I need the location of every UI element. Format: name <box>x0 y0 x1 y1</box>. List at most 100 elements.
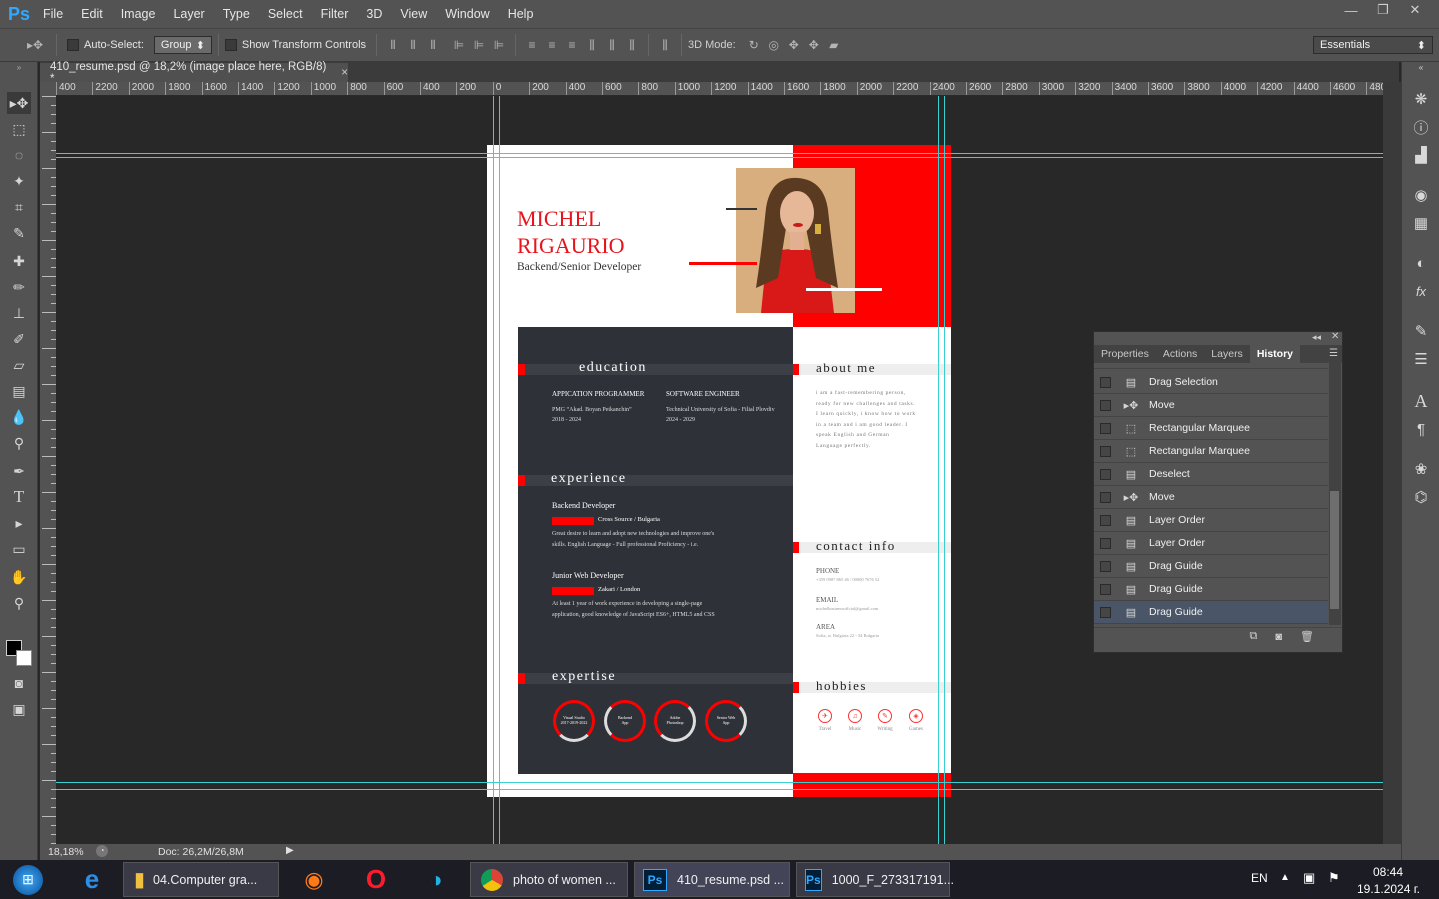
zoom-level[interactable]: 18,18% <box>48 846 84 858</box>
info-panel-icon[interactable]: ⓘ <box>1410 116 1432 138</box>
menu-image[interactable]: Image <box>112 0 165 28</box>
internet-explorer-icon[interactable]: e <box>70 862 114 897</box>
new-document-from-state-icon[interactable]: ⧉ <box>1250 630 1258 643</box>
clone-stamp-tool-icon[interactable]: ⊥ <box>7 302 31 324</box>
auto-align-icon[interactable]: ⫼ <box>655 35 675 55</box>
swatches-panel-icon[interactable]: ▦ <box>1410 212 1432 234</box>
taskbar-explorer[interactable]: ▮ 04.Computer gra... <box>123 862 279 897</box>
eyedropper-tool-icon[interactable]: ✎ <box>7 222 31 244</box>
crop-tool-icon[interactable]: ⌗ <box>7 196 31 218</box>
brush-panel-icon[interactable]: ✎ <box>1410 320 1432 342</box>
brush-presets-icon[interactable]: ☰ <box>1410 348 1432 370</box>
history-snapshot-checkbox[interactable] <box>1100 491 1111 503</box>
tab-history[interactable]: History <box>1249 345 1300 363</box>
guide-vertical[interactable] <box>493 96 494 844</box>
3d-rotate-icon[interactable]: ↻ <box>744 35 764 55</box>
guide-horizontal[interactable] <box>56 153 1383 154</box>
menu-type[interactable]: Type <box>214 0 259 28</box>
history-state-item[interactable]: ▤ Drag Guide <box>1094 578 1328 601</box>
distribute-top-icon[interactable]: ≡ <box>522 35 542 55</box>
align-top-icon[interactable]: ⫴ <box>383 35 403 55</box>
collapse-panel-icon[interactable]: ◂◂ <box>1312 332 1321 343</box>
distribute-hcenter-icon[interactable]: ⫼ <box>602 35 622 55</box>
collapse-icon[interactable]: » <box>7 62 31 72</box>
taskbar-chrome[interactable]: photo of women ... <box>470 862 628 897</box>
styles-panel-icon[interactable]: fx <box>1410 280 1432 302</box>
screen-mode-icon[interactable]: ▣ <box>7 698 31 720</box>
history-state-item[interactable]: ▤ Layer Order <box>1094 532 1328 555</box>
menu-help[interactable]: Help <box>499 0 543 28</box>
history-snapshot-checkbox[interactable] <box>1100 422 1111 434</box>
blur-tool-icon[interactable]: 💧 <box>7 406 31 428</box>
history-state-item[interactable]: ▤ Drag Selection <box>1094 371 1328 394</box>
3d-roll-icon[interactable]: ◎ <box>764 35 784 55</box>
menu-window[interactable]: Window <box>436 0 498 28</box>
move-tool-preset-icon[interactable]: ▸✥ <box>20 35 50 55</box>
restore-icon[interactable]: ❐ <box>1367 0 1399 20</box>
clock-date[interactable]: 19.1.2024 г. <box>1357 882 1420 896</box>
eraser-tool-icon[interactable]: ▱ <box>7 354 31 376</box>
align-right-icon[interactable]: ⊫ <box>489 35 509 55</box>
background-color-swatch[interactable] <box>16 650 32 666</box>
distribute-bottom-icon[interactable]: ≡ <box>562 35 582 55</box>
minimize-icon[interactable]: — <box>1335 0 1367 20</box>
magic-wand-tool-icon[interactable]: ✦ <box>7 170 31 192</box>
guide-horizontal[interactable] <box>56 782 1383 783</box>
marquee-tool-icon[interactable]: ⬚ <box>7 118 31 140</box>
history-state-item[interactable]: ▸✥ Move <box>1094 486 1328 509</box>
history-snapshot-checkbox[interactable] <box>1100 514 1111 526</box>
hand-tool-icon[interactable]: ✋ <box>7 566 31 588</box>
pen-tool-icon[interactable]: ✒ <box>7 460 31 482</box>
guide-vertical[interactable] <box>944 96 945 844</box>
type-tool-icon[interactable]: T <box>7 486 31 508</box>
show-transform-checkbox[interactable] <box>224 39 237 51</box>
edge-icon[interactable]: ◑ <box>414 862 458 897</box>
close-icon[interactable]: ✕ <box>1399 0 1431 20</box>
history-state-item[interactable]: ⬚ Rectangular Marquee <box>1094 440 1328 463</box>
3d-slide-icon[interactable]: ✥ <box>804 35 824 55</box>
tray-arrow-icon[interactable]: ▲ <box>1280 872 1290 883</box>
3d-pan-icon[interactable]: ✥ <box>784 35 804 55</box>
auto-select-checkbox[interactable] <box>67 39 79 51</box>
menu-edit[interactable]: Edit <box>72 0 112 28</box>
guide-vertical[interactable] <box>938 96 939 844</box>
ruler-origin[interactable] <box>40 82 56 96</box>
start-button[interactable]: ⊞ <box>6 862 50 897</box>
history-snapshot-checkbox[interactable] <box>1100 537 1111 549</box>
align-vcenter-icon[interactable]: ⫴ <box>403 35 423 55</box>
rectangle-tool-icon[interactable]: ▭ <box>7 538 31 560</box>
document-tab[interactable]: 410_resume.psd @ 18,2% (image place here… <box>40 61 348 85</box>
align-bottom-icon[interactable]: ⫴ <box>423 35 443 55</box>
workspace-select[interactable]: Essentials ⬍ <box>1313 36 1433 54</box>
zoom-tool-icon[interactable]: ⚲ <box>7 592 31 614</box>
horizontal-ruler[interactable]: 400 2200 2000 1800 1600 1400 1200 1000 800 600 400… <box>56 82 1383 96</box>
menu-3d[interactable]: 3D <box>357 0 391 28</box>
histogram-panel-icon[interactable]: ▟ <box>1410 144 1432 166</box>
auto-select-option[interactable]: Auto-Select: <box>67 39 144 51</box>
channels-panel-icon[interactable]: ❀ <box>1410 458 1432 480</box>
panel-menu-icon[interactable]: ☰ <box>1329 345 1338 363</box>
dodge-tool-icon[interactable]: ⚲ <box>7 432 31 454</box>
guide-horizontal[interactable] <box>56 789 1383 790</box>
path-selection-tool-icon[interactable]: ▸ <box>7 512 31 534</box>
taskbar-photoshop-image[interactable]: Ps 1000_F_273317191... <box>796 862 954 897</box>
close-panel-icon[interactable]: ✕ <box>1331 331 1339 342</box>
resume-document[interactable]: MICHEL RIGAURIO Backend/Senior Developer… <box>487 145 951 797</box>
network-icon[interactable]: ▣ <box>1303 870 1315 886</box>
history-state-item[interactable]: ▸✥ Move <box>1094 394 1328 417</box>
3d-panel-icon[interactable]: ❋ <box>1410 88 1432 110</box>
menu-filter[interactable]: Filter <box>312 0 358 28</box>
3d-scale-icon[interactable]: ▰ <box>824 35 844 55</box>
history-snapshot-checkbox[interactable] <box>1100 560 1111 572</box>
menu-select[interactable]: Select <box>259 0 312 28</box>
move-tool-icon[interactable]: ▸✥ <box>7 92 31 114</box>
align-hcenter-icon[interactable]: ⊫ <box>469 35 489 55</box>
clock-time[interactable]: 08:44 <box>1373 865 1403 879</box>
taskbar-photoshop-resume[interactable]: Ps 410_resume.psd ... <box>634 862 790 897</box>
paragraph-panel-icon[interactable]: ¶ <box>1410 418 1432 440</box>
history-snapshot-checkbox[interactable] <box>1100 376 1111 388</box>
tab-properties[interactable]: Properties <box>1094 345 1156 363</box>
distribute-vcenter-icon[interactable]: ≡ <box>542 35 562 55</box>
history-brush-tool-icon[interactable]: ✐ <box>7 328 31 350</box>
adjustments-panel-icon[interactable]: ◐ <box>1410 252 1432 274</box>
